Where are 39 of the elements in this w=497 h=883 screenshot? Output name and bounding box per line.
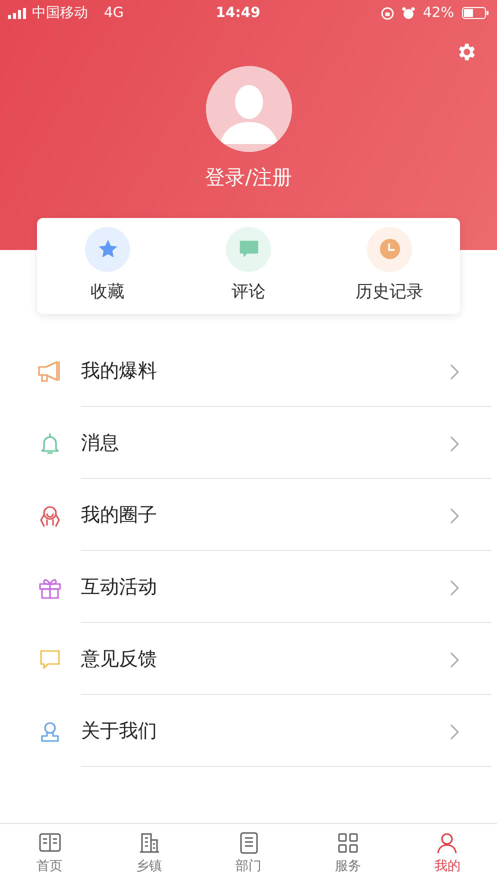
chevron-right-icon xyxy=(450,724,459,740)
chevron-right-icon xyxy=(450,652,459,668)
quick-action-button[interactable]: 收藏 xyxy=(37,218,178,314)
battery-percent: 42% xyxy=(422,4,454,22)
megaphone-icon xyxy=(37,360,63,384)
person-icon xyxy=(435,830,460,855)
quick-action-button[interactable]: 评论 xyxy=(178,218,319,314)
tab-bar-item[interactable]: 服务 xyxy=(298,824,398,883)
tab-bar-item[interactable]: 乡镇 xyxy=(99,824,199,883)
person-hands-icon xyxy=(38,504,62,528)
menu-item[interactable]: 我的圈子 xyxy=(0,480,497,552)
tab-bar-item[interactable]: 我的 xyxy=(398,824,497,883)
alarm-icon xyxy=(402,6,415,20)
quick-action-button[interactable]: 历史记录 xyxy=(319,218,460,314)
person-icon xyxy=(38,720,62,744)
chevron-right-icon xyxy=(450,508,459,524)
menu-item[interactable]: 我的爆料 xyxy=(0,336,497,408)
menu-item[interactable]: 关于我们 xyxy=(0,696,497,768)
book-icon xyxy=(38,830,62,855)
chevron-right-icon xyxy=(450,436,459,452)
menu-item[interactable]: 互动活动 xyxy=(0,552,497,624)
menu-item[interactable]: 消息 xyxy=(0,408,497,480)
speech-bubble-icon xyxy=(38,648,62,672)
building-icon xyxy=(137,830,162,855)
chevron-right-icon xyxy=(450,364,459,380)
clock-time: 14:49 xyxy=(216,4,260,22)
clock-icon xyxy=(378,238,400,260)
chevron-right-icon xyxy=(450,580,459,596)
grid-icon xyxy=(336,830,360,855)
network-type: 4G xyxy=(104,4,124,22)
signal-icon xyxy=(8,8,28,18)
avatar-icon[interactable] xyxy=(206,66,292,152)
gift-icon xyxy=(38,576,62,600)
menu-item[interactable]: 意见反馈 xyxy=(0,624,497,696)
battery-icon xyxy=(462,7,489,19)
rotation-lock-icon xyxy=(380,6,394,20)
tab-bar-item[interactable]: 首页 xyxy=(0,824,100,883)
tab-bar-item[interactable]: 部门 xyxy=(198,824,298,883)
carrier-name: 中国移动 xyxy=(32,4,88,22)
